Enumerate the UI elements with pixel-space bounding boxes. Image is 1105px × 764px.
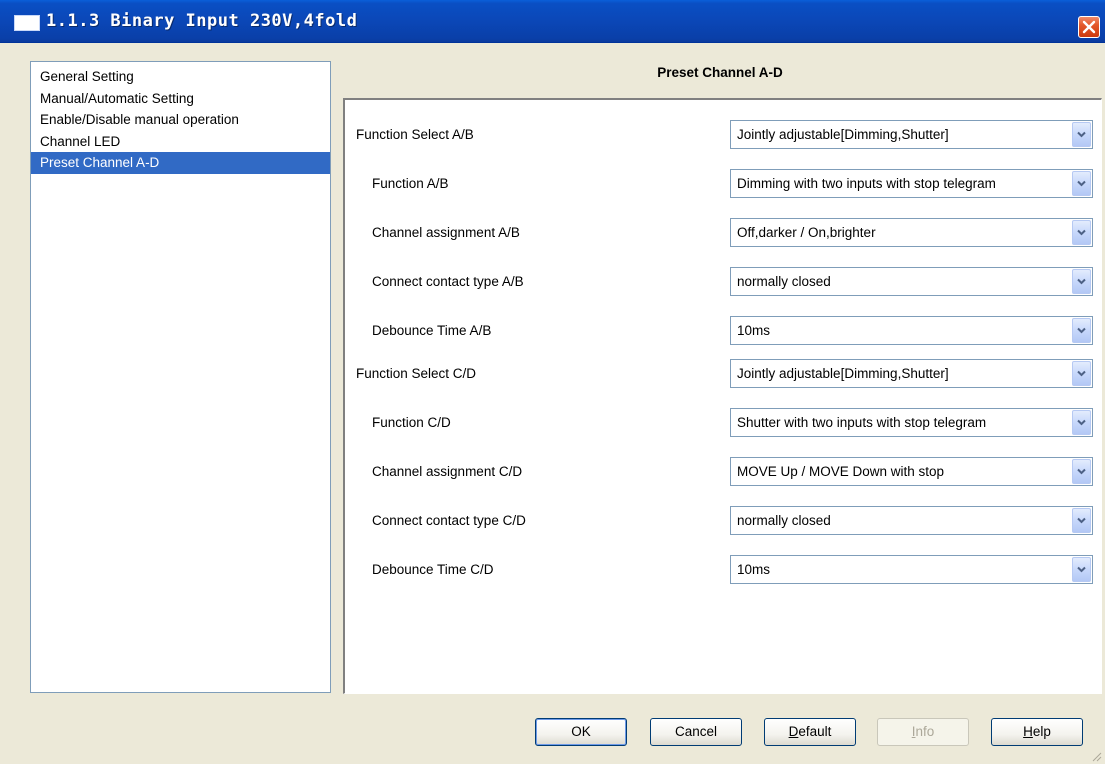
window-title: 1.1.3 Binary Input 230V,4fold [46, 11, 358, 31]
parameter-row: Function C/D Shutter with two inputs with… [345, 408, 1102, 438]
parameter-page-list[interactable]: General Setting Manual/Automatic Setting E… [30, 61, 331, 693]
nav-item[interactable]: Channel LED [31, 131, 330, 153]
parameter-label: Channel assignment C/D [372, 464, 523, 479]
dropdown-button[interactable] [1072, 410, 1091, 435]
ok-button[interactable]: OK [535, 718, 627, 746]
help-button-label: elp [1032, 724, 1051, 739]
close-icon [1082, 20, 1096, 34]
dropdown-button[interactable] [1072, 318, 1091, 343]
window-icon [14, 15, 40, 31]
parameter-select-value: 10ms [737, 562, 771, 577]
dropdown-button[interactable] [1072, 459, 1091, 484]
dropdown-button[interactable] [1072, 122, 1091, 147]
chevron-down-icon [1077, 419, 1086, 426]
parameter-panel: Function Select A/B Jointly adjustable[Di… [343, 98, 1102, 694]
parameter-select-value: Shutter with two inputs with stop telegr… [737, 415, 987, 430]
cancel-button[interactable]: Cancel [650, 718, 742, 746]
parameter-row: Channel assignment C/D MOVE Up / MOVE Dow… [345, 457, 1102, 487]
dropdown-button[interactable] [1072, 557, 1091, 582]
parameter-row: Function Select C/D Jointly adjustable[Di… [345, 359, 1102, 389]
dropdown-button[interactable] [1072, 508, 1091, 533]
parameter-select[interactable]: MOVE Up / MOVE Down with stop [730, 457, 1093, 486]
parameter-select-value: Jointly adjustable[Dimming,Shutter] [737, 127, 949, 142]
resize-grip-icon[interactable] [1090, 750, 1102, 762]
parameter-select-value: Jointly adjustable[Dimming,Shutter] [737, 366, 949, 381]
parameter-select[interactable]: Shutter with two inputs with stop telegr… [730, 408, 1093, 437]
dropdown-button[interactable] [1072, 361, 1091, 386]
parameter-row: Debounce Time C/D 10ms [345, 555, 1102, 585]
parameter-select[interactable]: Jointly adjustable[Dimming,Shutter] [730, 120, 1093, 149]
parameter-select-value: 10ms [737, 323, 771, 338]
dropdown-button[interactable] [1072, 171, 1091, 196]
parameter-row: Function A/B Dimming with two inputs with… [345, 169, 1102, 199]
parameter-label: Debounce Time A/B [372, 323, 492, 338]
parameter-row: Connect contact type A/B normally closed [345, 267, 1102, 297]
ok-button-label: OK [571, 724, 591, 739]
chevron-down-icon [1077, 180, 1086, 187]
parameter-select[interactable]: normally closed [730, 267, 1093, 296]
parameter-row: Function Select A/B Jointly adjustable[Di… [345, 120, 1102, 150]
parameter-row: Debounce Time A/B 10ms [345, 316, 1102, 346]
parameter-select[interactable]: normally closed [730, 506, 1093, 535]
nav-item[interactable]: Enable/Disable manual operation [31, 109, 330, 131]
parameter-label: Channel assignment A/B [372, 225, 520, 240]
cancel-button-label: Cancel [674, 724, 718, 739]
parameter-label: Connect contact type C/D [372, 513, 526, 528]
chevron-down-icon [1077, 566, 1086, 573]
parameter-select[interactable]: 10ms [730, 555, 1093, 584]
default-button-label: efault [798, 724, 832, 739]
info-button: Info [877, 718, 969, 746]
dropdown-button[interactable] [1072, 220, 1091, 245]
info-button-label: nfo [915, 724, 935, 739]
parameter-select-value: Dimming with two inputs with stop telegr… [737, 176, 996, 191]
parameter-row: Connect contact type C/D normally closed [345, 506, 1102, 536]
parameter-label: Function C/D [372, 415, 451, 430]
parameter-select-value: MOVE Up / MOVE Down with stop [737, 464, 945, 479]
help-button[interactable]: Help [991, 718, 1083, 746]
parameter-label: Function A/B [372, 176, 449, 191]
parameter-select[interactable]: Off,darker / On,brighter [730, 218, 1093, 247]
close-button[interactable] [1078, 16, 1100, 38]
default-button[interactable]: Default [764, 718, 856, 746]
chevron-down-icon [1077, 229, 1086, 236]
parameter-row: Channel assignment A/B Off,darker / On,br… [345, 218, 1102, 248]
nav-item[interactable]: General Setting [31, 66, 330, 88]
parameter-select[interactable]: Dimming with two inputs with stop telegr… [730, 169, 1093, 198]
dropdown-button[interactable] [1072, 269, 1091, 294]
chevron-down-icon [1077, 278, 1086, 285]
chevron-down-icon [1077, 327, 1086, 334]
parameter-select[interactable]: Jointly adjustable[Dimming,Shutter] [730, 359, 1093, 388]
nav-item[interactable]: Preset Channel A-D [31, 152, 330, 174]
parameter-label: Debounce Time C/D [372, 562, 494, 577]
help-button-accelerator: H [1023, 724, 1033, 739]
parameter-select[interactable]: 10ms [730, 316, 1093, 345]
parameter-label: Function Select C/D [356, 366, 477, 381]
parameter-select-value: normally closed [737, 274, 831, 289]
panel-heading: Preset Channel A-D [657, 65, 783, 80]
nav-item[interactable]: Manual/Automatic Setting [31, 88, 330, 110]
title-bar[interactable]: 1.1.3 Binary Input 230V,4fold [0, 0, 1105, 43]
chevron-down-icon [1077, 131, 1086, 138]
parameter-label: Connect contact type A/B [372, 274, 524, 289]
parameter-select-value: Off,darker / On,brighter [737, 225, 876, 240]
default-button-accelerator: D [788, 724, 799, 739]
chevron-down-icon [1077, 468, 1086, 475]
parameter-select-value: normally closed [737, 513, 831, 528]
chevron-down-icon [1077, 370, 1086, 377]
parameter-label: Function Select A/B [356, 127, 474, 142]
chevron-down-icon [1077, 517, 1086, 524]
